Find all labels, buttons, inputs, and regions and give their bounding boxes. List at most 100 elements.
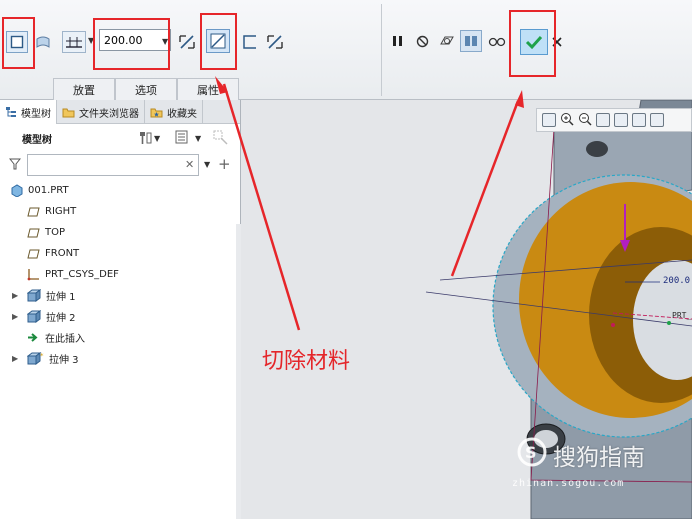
search-input[interactable] (27, 154, 199, 176)
tree-item-extrude-1[interactable]: ▶ 拉伸 1 (0, 285, 236, 306)
tab-label: 收藏夹 (167, 108, 197, 120)
feature-preview-icon (465, 36, 477, 46)
expand-arrow-icon[interactable]: ▶ (12, 354, 18, 363)
view-toolbar (536, 108, 692, 132)
csys-label: PRT_ (672, 311, 692, 320)
pause-button[interactable] (389, 31, 407, 51)
thicken-button[interactable] (240, 31, 260, 53)
tree-item-label: 在此插入 (45, 334, 85, 345)
extrude-icon (27, 310, 41, 323)
expand-arrow-icon[interactable]: ▶ (12, 291, 18, 300)
sogou-logo-icon: S (517, 437, 547, 467)
flip-thicken-button[interactable] (264, 31, 286, 53)
blind-depth-icon (66, 37, 82, 48)
highlight-box-confirm (509, 10, 556, 77)
tab-folder-browser[interactable]: 文件夹浏览器 (57, 100, 145, 124)
tab-favorites[interactable]: 收藏夹 (145, 100, 203, 124)
datum-plane-icon (27, 249, 40, 258)
tree-item-right[interactable]: RIGHT (0, 201, 236, 222)
highlight-box-solid (2, 17, 35, 69)
svg-text:S: S (525, 443, 537, 462)
geometry-preview-icon (440, 36, 454, 45)
tab-properties[interactable]: 属性 (177, 78, 239, 100)
tree-item-front[interactable]: FRONT (0, 243, 236, 264)
tab-options[interactable]: 选项 (115, 78, 177, 100)
csys-icon (27, 269, 39, 281)
surface-icon (36, 36, 50, 48)
model-tree: 001.PRT RIGHT TOP FRONT PRT_CSYS_DEF ▶ 拉… (0, 180, 236, 369)
zoom-in-icon[interactable] (560, 112, 574, 129)
favorites-icon (150, 108, 163, 117)
watermark-brand: 搜狗指南 (553, 445, 645, 471)
surface-button[interactable] (33, 31, 53, 53)
part-icon (11, 184, 23, 197)
small-hole (586, 141, 608, 157)
tree-title: 模型树 (22, 134, 52, 146)
flip-arrow-icon (267, 35, 283, 49)
tree-item-label: RIGHT (45, 206, 77, 217)
tree-item-insert-here[interactable]: 在此插入 (0, 327, 236, 348)
add-icon[interactable]: + (218, 155, 231, 173)
model-tree-icon (6, 107, 16, 117)
extrude-icon (27, 289, 41, 302)
tree-item-top[interactable]: TOP (0, 222, 236, 243)
filter-dropdown-arrow[interactable]: ▼ (204, 160, 210, 169)
annotation-label: 切除材料 (262, 349, 351, 374)
show-icon[interactable] (175, 130, 189, 147)
watermark-url: zhinan.sogou.com (512, 478, 625, 489)
view-manager-icon[interactable] (650, 113, 664, 127)
no-preview-button[interactable] (413, 31, 431, 51)
flip-arrow-icon (179, 35, 195, 49)
navigator-tabs: 模型树 文件夹浏览器 收藏夹 (0, 100, 240, 124)
filter-icon[interactable] (8, 158, 22, 173)
show-dropdown-arrow[interactable]: ▼ (195, 134, 201, 143)
tree-item-label: 拉伸 2 (46, 313, 76, 324)
highlight-box-remove-material (200, 13, 237, 70)
zoom-out-icon[interactable] (578, 112, 592, 129)
tab-label: 模型树 (21, 108, 51, 120)
datum-plane-icon (27, 207, 40, 216)
flip-depth-button[interactable] (176, 31, 198, 53)
tree-item-label: 001.PRT (28, 185, 69, 196)
clear-icon[interactable]: ✕ (185, 158, 194, 171)
tab-placement[interactable]: 放置 (53, 78, 115, 100)
verify-preview-button[interactable] (486, 31, 508, 51)
model-tree-panel: 模型树 文件夹浏览器 收藏夹 模型树 ▼ ▼ ✕ ▼ + 001.PRT RIG… (0, 100, 241, 519)
tree-item-label: FRONT (45, 248, 80, 259)
tree-item-label: 拉伸 1 (46, 292, 76, 303)
highlight-box-depth (93, 18, 170, 70)
dashboard-tabs: 放置 选项 属性 (53, 78, 239, 100)
insert-arrow-icon (28, 333, 38, 342)
repaint-icon[interactable] (596, 113, 610, 127)
extrude-icon: * (27, 352, 44, 365)
ribbon-separator (381, 4, 382, 96)
tree-header: 模型树 ▼ ▼ (0, 124, 240, 152)
saved-views-icon[interactable] (632, 113, 646, 127)
svg-text:*: * (40, 352, 44, 360)
settings-icon[interactable] (138, 131, 154, 148)
geometry-preview-button[interactable] (437, 31, 457, 51)
tab-model-tree[interactable]: 模型树 (0, 100, 57, 124)
tree-item-label: 拉伸 3 (49, 355, 79, 366)
tree-item-part[interactable]: 001.PRT (0, 180, 236, 201)
tree-item-csys[interactable]: PRT_CSYS_DEF (0, 264, 236, 285)
feature-preview-button[interactable] (460, 30, 482, 52)
tab-label: 文件夹浏览器 (79, 108, 139, 120)
datum-plane-icon (27, 228, 40, 237)
pause-icon (393, 36, 402, 46)
tree-item-extrude-3[interactable]: ▶ * 拉伸 3 (0, 348, 236, 369)
display-style-icon[interactable] (614, 113, 628, 127)
tree-item-extrude-2[interactable]: ▶ 拉伸 2 (0, 306, 236, 327)
settings-dropdown-arrow[interactable]: ▼ (154, 134, 160, 143)
folder-icon (62, 108, 75, 117)
expand-arrow-icon[interactable]: ▶ (12, 312, 18, 321)
dimension-label[interactable]: 200.0 (663, 276, 690, 286)
tree-item-label: TOP (45, 227, 66, 238)
glasses-icon (488, 37, 506, 47)
highlight-icon[interactable] (213, 130, 229, 149)
tree-item-label: PRT_CSYS_DEF (45, 269, 119, 280)
refit-icon[interactable] (542, 113, 556, 127)
filter-row: ✕ ▼ + (0, 152, 240, 176)
depth-option-button[interactable] (62, 31, 86, 53)
thicken-icon (243, 35, 256, 49)
